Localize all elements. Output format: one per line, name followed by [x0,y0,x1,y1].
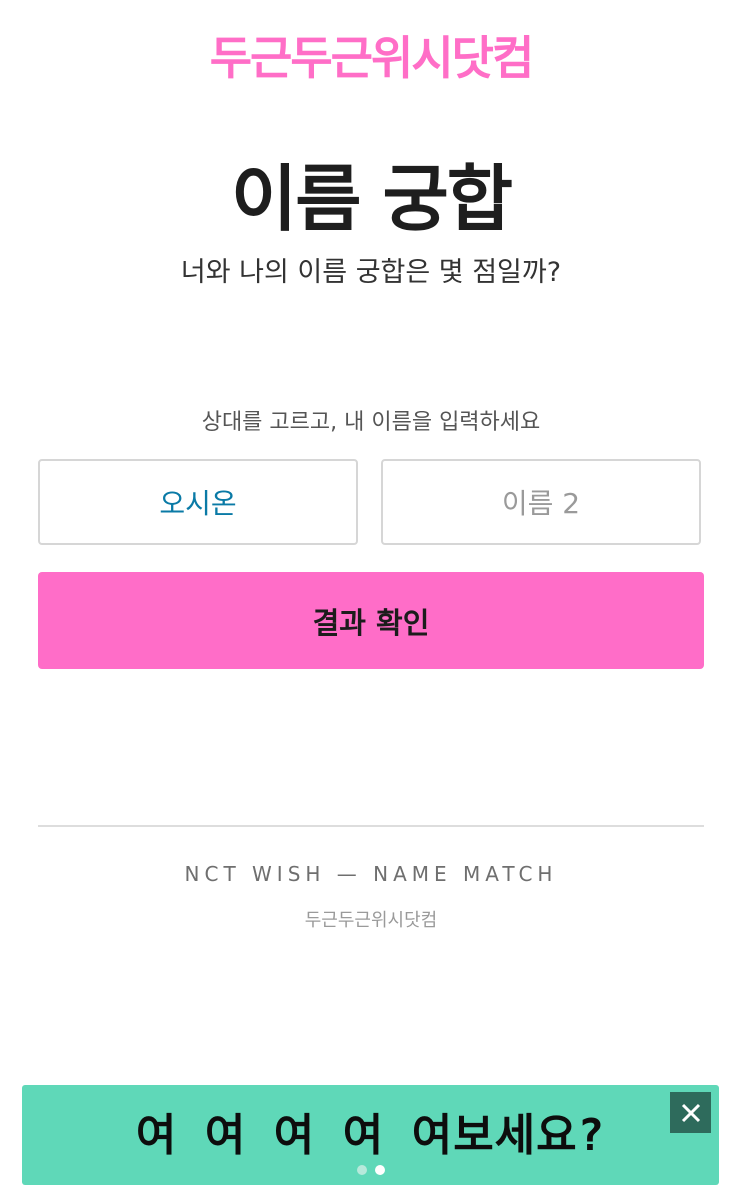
carousel-dots [22,1165,719,1175]
site-logo[interactable]: 두근두근위시닷컴 [0,22,742,88]
footer-site-name: 두근두근위시닷컴 [304,910,438,931]
name2-input[interactable]: 이름 2 [381,459,701,545]
page-title: 이름 궁합 [230,157,513,241]
carousel-dot[interactable] [356,1165,367,1175]
carousel-dot-active[interactable] [374,1165,385,1175]
name1-select[interactable]: 오시온 [38,459,358,545]
footer-title: NCT WISH — NAME MATCH [184,862,558,886]
instruction-text: 상대를 고르고, 내 이름을 입력하세요 [201,410,541,435]
footer-divider [38,825,704,827]
page-subtitle: 너와 나의 이름 궁합은 몇 점일까? [180,257,562,288]
check-result-button[interactable]: 결과 확인 [38,572,704,669]
close-icon[interactable] [670,1092,711,1133]
ad-banner-text: 여 여 여 여 여보세요? [135,1110,606,1161]
ad-banner[interactable]: 여 여 여 여 여보세요? [22,1085,719,1185]
